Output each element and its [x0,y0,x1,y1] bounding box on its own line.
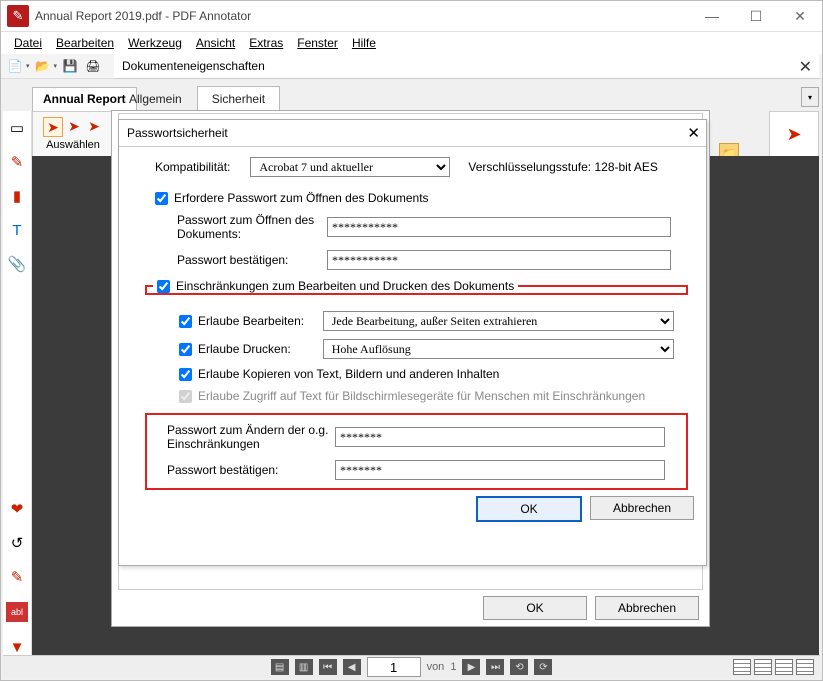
menu-view[interactable]: Ansicht [189,34,242,52]
allow-edit-label: Erlaube Bearbeiten: [198,314,317,328]
nav-layers-icon[interactable]: ▥ [295,659,313,675]
dialog-close-icon[interactable]: ✕ [687,124,700,142]
view-mode-3-icon[interactable] [775,659,793,675]
restrictions-fieldset: Einschränkungen zum Bearbeiten und Druck… [145,279,688,295]
restrictions-checkbox[interactable] [157,280,170,293]
open-confirm-label: Passwort bestätigen: [177,253,327,267]
compat-label: Kompatibilität: [155,160,230,174]
tab-security[interactable]: Sicherheit [197,86,280,111]
menu-file[interactable]: Datei [7,34,49,52]
open-password-input[interactable] [327,217,671,237]
history-tool-icon[interactable]: ↺ [8,534,26,552]
attach-tool-icon[interactable]: 📎 [8,255,26,273]
nav-first-icon[interactable]: ⏮ [319,659,337,675]
print-icon[interactable]: 🖨 [83,57,103,75]
cancel-button[interactable]: Abbrechen [590,496,694,520]
docprops-title: Dokumenteneigenschaften [122,59,265,73]
ok-button[interactable]: OK [476,496,582,522]
tab-general[interactable]: Allgemein [114,86,197,111]
view-mode-1-icon[interactable] [733,659,751,675]
edit-tool-icon[interactable]: ✎ [8,568,26,586]
open-password-label: Passwort zum Öffnen des Dokuments: [177,213,327,241]
nav-prev-icon[interactable]: ◀ [343,659,361,675]
page-sep: von [427,661,445,673]
view-mode-4-icon[interactable] [796,659,814,675]
select-label: Auswählen [46,139,100,151]
allow-copy-checkbox[interactable] [179,368,192,381]
perm-confirm-label: Passwort bestätigen: [167,463,335,477]
text-tool-icon[interactable]: T [8,221,26,239]
encryption-value: 128-bit AES [594,160,657,174]
tab-dropdown-icon[interactable]: ▾ [801,87,819,107]
page-current-input[interactable] [367,657,421,677]
close-button[interactable]: ✕ [778,1,822,31]
menu-help[interactable]: Hilfe [345,34,383,52]
allow-print-select[interactable]: Hohe Auflösung [323,339,674,359]
nav-last-icon[interactable]: ⏭ [486,659,504,675]
allow-print-checkbox[interactable] [179,343,192,356]
shape-down-icon[interactable]: ▼ [8,638,26,656]
docprops-header: Dokumenteneigenschaften ✕ [114,54,819,79]
heart-tool-icon[interactable]: ❤ [8,500,26,518]
page-total: 1 [450,661,456,673]
menu-tool[interactable]: Werkzeug [121,34,189,52]
password-security-dialog: Passwortsicherheit ✕ Kompatibilität: Acr… [118,119,707,566]
allow-edit-checkbox[interactable] [179,315,192,328]
perm-password-input[interactable] [335,427,665,447]
maximize-button[interactable]: ☐ [734,1,778,31]
encryption-label: Verschlüsselungsstufe: [468,160,591,174]
nav-thumbs-icon[interactable]: ▤ [271,659,289,675]
require-open-password-label: Erfordere Passwort zum Öffnen des Dokume… [174,191,429,205]
save-icon[interactable]: 💾 [60,57,80,75]
open-confirm-input[interactable] [327,250,671,270]
restrictions-legend: Einschränkungen zum Bearbeiten und Druck… [176,279,514,293]
cursor-text-icon[interactable]: ➤ [85,117,103,135]
allow-copy-label: Erlaube Kopieren von Text, Bildern und a… [198,367,499,381]
pen-tool-icon[interactable]: ✎ [8,153,26,171]
marker-tool-icon[interactable]: ▮ [8,187,26,205]
select-toolbox: ➤ ➤ ➤ Auswählen [32,111,114,157]
app-icon: ✎ [7,5,29,27]
perm-password-label: Passwort zum Ändern der o.g. Einschränku… [167,423,335,451]
perm-confirm-input[interactable] [335,460,665,480]
menu-extras[interactable]: Extras [242,34,290,52]
docprops-close-icon[interactable]: ✕ [799,57,812,77]
require-open-password-checkbox[interactable] [155,192,168,205]
window-title: Annual Report 2019.pdf - PDF Annotator [35,9,690,23]
compat-select[interactable]: Acrobat 7 und aktueller [250,157,450,177]
minimize-button[interactable]: ― [690,1,734,31]
left-tool-column: ▭ ✎ ▮ T 📎 ❤ ↺ ✎ abl ▼ [3,111,32,656]
nav-rotate-left-icon[interactable]: ⟲ [510,659,528,675]
docprops-ok-button[interactable]: OK [483,596,587,620]
right-cursor-box[interactable]: ➤ [769,111,819,157]
allow-edit-select[interactable]: Jede Bearbeitung, außer Seiten extrahier… [323,311,674,331]
menu-bar: Datei Bearbeiten Werkzeug Ansicht Extras… [1,32,822,54]
view-mode-2-icon[interactable] [754,659,772,675]
menu-window[interactable]: Fenster [290,34,345,52]
cursor-icon[interactable]: ➤ [43,117,63,137]
nav-rotate-right-icon[interactable]: ⟳ [534,659,552,675]
dialog-title: Passwortsicherheit [127,126,228,140]
abl-tool-icon[interactable]: abl [6,602,28,622]
allow-print-label: Erlaube Drucken: [198,342,317,356]
nav-next-icon[interactable]: ▶ [462,659,480,675]
docprops-cancel-button[interactable]: Abbrechen [595,596,699,620]
new-file-icon[interactable]: 📄 [5,57,25,75]
allow-screenreader-checkbox [179,390,192,403]
open-folder-icon[interactable]: 📂 [33,57,53,75]
allow-screenreader-label: Erlaube Zugriff auf Text für Bildschirml… [198,389,645,403]
cursor-plus-icon[interactable]: ➤ [65,117,83,135]
status-bar: ▤ ▥ ⏮ ◀ von 1 ▶ ⏭ ⟲ ⟳ [3,655,820,678]
menu-edit[interactable]: Bearbeiten [49,34,121,52]
rectangle-tool-icon[interactable]: ▭ [8,119,26,137]
permissions-password-group: Passwort zum Ändern der o.g. Einschränku… [145,413,688,490]
